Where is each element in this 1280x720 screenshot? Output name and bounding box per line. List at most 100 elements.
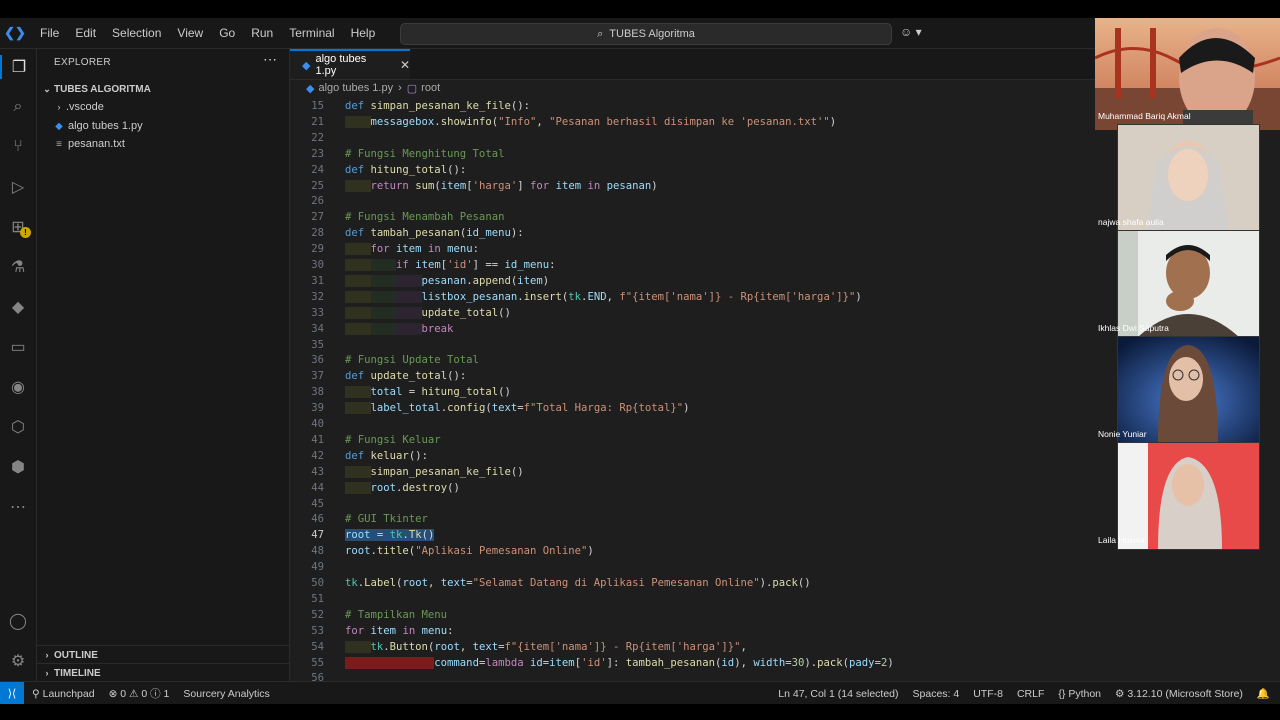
line-number: 44 [311, 481, 324, 494]
chevron-right-icon: › [398, 82, 402, 94]
menu-selection[interactable]: Selection [104, 26, 169, 40]
more-icon[interactable]: ⋯ [0, 495, 36, 519]
project-folder-label: TUBES ALGORITMA [54, 83, 151, 95]
code-line[interactable]: 34 break [290, 321, 1096, 337]
search-icon[interactable]: ⌕ [0, 95, 36, 119]
code-line[interactable]: 51 [290, 591, 1096, 607]
code-line[interactable]: 26 [290, 193, 1096, 209]
explorer-sidebar: EXPLORER ⋯ ⌄ TUBES ALGORITMA › .vscode ◆… [37, 49, 290, 681]
source-control-icon[interactable]: ⑂ [0, 135, 36, 159]
hexagon-icon[interactable]: ⬢ [0, 455, 36, 479]
indentation[interactable]: Spaces: 4 [913, 688, 960, 700]
code-text: def hitung_total(): [345, 163, 467, 176]
code-line[interactable]: 54 tk.Button(root, text=f"{item['nama']}… [290, 639, 1096, 655]
notifications-bell-icon[interactable]: 🔔 [1257, 687, 1270, 700]
code-line[interactable]: 31 pesanan.append(item) [290, 273, 1096, 289]
code-line[interactable]: 33 update_total() [290, 305, 1096, 321]
outline-label: OUTLINE [54, 649, 98, 661]
tree-item-label: .vscode [66, 101, 104, 113]
sourcery-item[interactable]: Sourcery Analytics [183, 688, 269, 700]
menu-view[interactable]: View [169, 26, 211, 40]
code-line[interactable]: 35 [290, 337, 1096, 353]
more-actions-icon[interactable]: ⋯ [263, 51, 277, 68]
tree-item-algo-tubes[interactable]: ◆ algo tubes 1.py [37, 117, 289, 135]
code-line[interactable]: 24 def hitung_total(): [290, 162, 1096, 178]
command-center-search[interactable]: ⌕ TUBES Algoritma [400, 23, 892, 45]
code-line[interactable]: 15 def simpan_pesanan_ke_file(): [290, 98, 1096, 114]
extensions-icon[interactable]: ⊞! [0, 215, 36, 239]
settings-gear-icon[interactable]: ⚙ [0, 649, 36, 673]
code-line[interactable]: 47 root = tk.Tk() [290, 527, 1096, 543]
code-line[interactable]: 45 [290, 496, 1096, 512]
menu-edit[interactable]: Edit [67, 26, 104, 40]
python-file-icon: ◆ [55, 120, 63, 132]
code-line[interactable]: 36 # Fungsi Update Total [290, 352, 1096, 368]
copilot-icon[interactable]: ☺ ▾ [900, 25, 922, 39]
explorer-title: EXPLORER [54, 57, 111, 68]
code-line[interactable]: 39 label_total.config(text=f"Total Harga… [290, 400, 1096, 416]
code-line[interactable]: 22 [290, 130, 1096, 146]
code-line[interactable]: 52 # Tampilkan Menu [290, 607, 1096, 623]
account-icon[interactable]: ◯ [0, 609, 36, 633]
code-line[interactable]: 53 for item in menu: [290, 623, 1096, 639]
code-line[interactable]: 41 # Fungsi Keluar [290, 432, 1096, 448]
code-line[interactable]: 55 command=lambda id=item['id']: tambah_… [290, 655, 1096, 671]
code-line[interactable]: 28 def tambah_pesanan(id_menu): [290, 225, 1096, 241]
code-line[interactable]: 25 return sum(item['harga'] for item in … [290, 178, 1096, 194]
code-line[interactable]: 50 tk.Label(root, text="Selamat Datang di… [290, 575, 1096, 591]
explorer-icon[interactable]: ❐ [0, 55, 36, 79]
line-ending[interactable]: CRLF [1017, 688, 1044, 700]
code-line[interactable]: 44 root.destroy() [290, 480, 1096, 496]
problems-indicator[interactable]: ⊗ 0 ⚠ 0 ⓘ 1 [109, 686, 170, 701]
line-number: 22 [311, 131, 324, 144]
outline-panel[interactable]: › OUTLINE [37, 645, 289, 664]
run-debug-icon[interactable]: ▷ [0, 175, 36, 199]
menu-run[interactable]: Run [243, 26, 281, 40]
git-graph-icon[interactable]: ◉ [0, 375, 36, 399]
tree-item-pesanan[interactable]: ≡ pesanan.txt [37, 135, 289, 153]
code-text: # GUI Tkinter [345, 513, 428, 526]
tab-algo-tubes[interactable]: ◆ algo tubes 1.py ✕ [290, 49, 410, 79]
code-line[interactable]: 32 listbox_pesanan.insert(tk.END, f"{ite… [290, 289, 1096, 305]
language-mode[interactable]: {} Python [1058, 688, 1101, 700]
close-icon[interactable]: ✕ [400, 58, 410, 72]
python-interpreter[interactable]: ⚙ 3.12.10 (Microsoft Store) [1115, 688, 1243, 700]
menu-go[interactable]: Go [211, 26, 243, 40]
editor-tabs: ◆ algo tubes 1.py ✕ [290, 49, 1096, 80]
menu-terminal[interactable]: Terminal [281, 26, 342, 40]
code-line[interactable]: 30 if item['id'] == id_menu: [290, 257, 1096, 273]
code-line[interactable]: 21 messagebox.showinfo("Info", "Pesanan … [290, 114, 1096, 130]
menu-help[interactable]: Help [343, 26, 384, 40]
code-line[interactable]: 49 [290, 559, 1096, 575]
code-line[interactable]: 43 simpan_pesanan_ke_file() [290, 464, 1096, 480]
python-icon[interactable]: ◆ [0, 295, 36, 319]
folder-icon[interactable]: ▭ [0, 335, 36, 359]
code-line[interactable]: 29 for item in menu: [290, 241, 1096, 257]
project-folder[interactable]: ⌄ TUBES ALGORITMA [37, 80, 289, 98]
timeline-panel[interactable]: › TIMELINE [37, 663, 289, 682]
code-line[interactable]: 38 total = hitung_total() [290, 384, 1096, 400]
testing-icon[interactable]: ⚗ [0, 255, 36, 279]
code-editor[interactable]: 15 def simpan_pesanan_ke_file(): 21 messag… [290, 96, 1096, 684]
code-line[interactable]: 40 [290, 416, 1096, 432]
line-number: 27 [311, 211, 324, 224]
remote-explorer-icon[interactable]: ⬡ [0, 415, 36, 439]
line-number: 43 [311, 465, 324, 478]
line-number: 28 [311, 227, 324, 240]
code-line[interactable]: 46 # GUI Tkinter [290, 511, 1096, 527]
code-line[interactable]: 27 # Fungsi Menambah Pesanan [290, 209, 1096, 225]
breadcrumb-file[interactable]: algo tubes 1.py [318, 82, 393, 94]
encoding[interactable]: UTF-8 [973, 688, 1003, 700]
menu-file[interactable]: File [32, 26, 67, 40]
launchpad-item[interactable]: ⚲ Launchpad [32, 688, 95, 700]
tree-item-vscode[interactable]: › .vscode [37, 98, 289, 116]
code-text: def tambah_pesanan(id_menu): [345, 227, 524, 240]
code-line[interactable]: 23 # Fungsi Menghitung Total [290, 146, 1096, 162]
remote-icon[interactable]: ⟩⟨ [0, 682, 24, 704]
code-line[interactable]: 42 def keluar(): [290, 448, 1096, 464]
status-bar: ⟩⟨ ⚲ Launchpad ⊗ 0 ⚠ 0 ⓘ 1 Sourcery Anal… [0, 681, 1280, 704]
code-line[interactable]: 37 def update_total(): [290, 368, 1096, 384]
breadcrumb-symbol[interactable]: root [421, 82, 440, 94]
code-line[interactable]: 48 root.title("Aplikasi Pemesanan Online"… [290, 543, 1096, 559]
cursor-position[interactable]: Ln 47, Col 1 (14 selected) [778, 688, 898, 700]
